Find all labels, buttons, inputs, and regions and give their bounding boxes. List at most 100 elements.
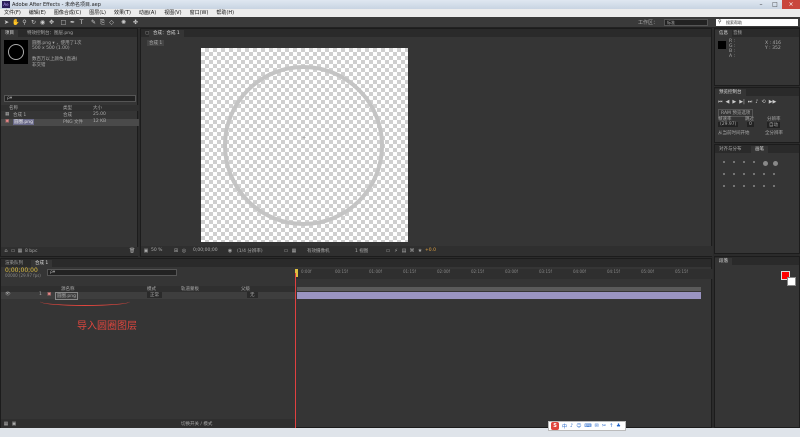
ime-clip-icon[interactable]: ✂ [602,423,606,429]
toggle-switches-modes[interactable]: 切换开关 / 模式 [181,421,212,427]
circle-layer-ring[interactable] [223,65,384,226]
minimize-button[interactable]: – [754,0,768,9]
layer-parent-select[interactable]: 无 [247,292,258,298]
exposure-value[interactable]: +0.0 [425,248,436,253]
tab-composition[interactable]: 合成：合成 1 [149,30,184,37]
full-screen-checkbox[interactable]: 全分辨率 [765,130,783,136]
trash-icon[interactable]: 🗑 [129,248,135,254]
flowchart-icon[interactable]: ⌘ [409,248,415,254]
zoom-tool-icon[interactable]: ⚲ [21,19,28,26]
maximize-button[interactable]: □ [768,0,782,9]
expand-transfer-controls-icon[interactable]: ▣ [11,421,17,427]
current-time[interactable]: 0;00;00;00 [193,248,218,253]
ime-mail-icon[interactable]: ✉ [595,423,599,429]
tab-align[interactable]: 对齐与分布 [715,146,746,153]
bit-depth[interactable]: 8 bpc [25,249,37,254]
interpret-footage-icon[interactable]: ⌂ [3,248,9,254]
layer-mode-select[interactable]: 正常 [147,292,162,298]
ime-voice-icon[interactable]: ♪ [570,423,573,429]
last-frame-icon[interactable]: ⏭ [748,99,753,106]
time-ruler[interactable]: 0:00f 00:15f 01:00f 01:15f 02:00f 02:15f 03:00… [295,269,713,279]
ime-chinese-mode[interactable]: 中 [562,423,567,430]
previous-frame-icon[interactable]: ◀ [726,99,730,106]
rectangle-mask-tool-icon[interactable]: □ [60,19,67,26]
play-icon[interactable]: ▶ [732,99,736,106]
loop-icon[interactable]: ⟲ [761,99,765,106]
tab-paragraph[interactable]: 段落 [715,258,732,265]
selection-tool-icon[interactable]: ➤ [3,19,10,26]
clone-stamp-tool-icon[interactable]: ⎘ [99,19,106,26]
column-type[interactable]: 类型 [63,105,72,111]
skip-select[interactable]: 0 [747,122,754,127]
ime-keyboard-icon[interactable]: ⌨ [584,423,591,429]
composition-subtab[interactable]: 合成 1 [147,40,165,46]
menu-effect[interactable]: 效果(T) [110,9,135,17]
puppet-tool-icon[interactable]: ✤ [132,19,139,26]
list-item[interactable]: ▦ 合成 1 合成 25.00 [1,112,139,119]
close-button[interactable]: × [782,0,800,9]
menu-composition[interactable]: 图像合成(C) [50,9,85,17]
ram-preview-icon[interactable]: ▶▶ [769,99,777,106]
workspace-select[interactable]: 标准 [664,19,708,26]
frame-rate-select[interactable]: (29.97) [718,122,739,127]
current-time-indicator[interactable] [295,273,296,429]
stroke-color-swatch[interactable] [787,277,796,286]
always-preview-icon[interactable]: ▣ [143,248,149,254]
ime-logo-icon[interactable]: S [551,422,559,430]
first-frame-icon[interactable]: ⏮ [718,99,723,106]
ime-skin-icon[interactable]: ♣ [616,423,620,429]
brush-tips-grid[interactable] [723,161,793,197]
menu-view[interactable]: 视图(V) [160,9,185,17]
tab-composition-timeline[interactable]: 合成 1 [31,260,53,267]
hand-tool-icon[interactable]: ✋ [12,19,19,26]
menu-animation[interactable]: 动画(A) [135,9,160,17]
menu-edit[interactable]: 编辑(E) [25,9,50,17]
column-size[interactable]: 大小 [93,105,102,111]
help-search-input[interactable]: ⚲ 搜索帮助 [716,19,798,26]
active-camera-select[interactable]: 有效摄像机 [307,248,330,254]
audio-icon[interactable]: ♪ [755,99,758,106]
composition-canvas[interactable]: + [201,48,408,242]
menu-file[interactable]: 文件(F) [0,9,25,17]
project-search-input[interactable]: ρ▾ [4,95,136,102]
rotate-tool-icon[interactable]: ↻ [30,19,37,26]
anchor-point-icon[interactable]: + [302,136,307,141]
region-of-interest-icon[interactable]: ▭ [283,248,289,254]
menu-window[interactable]: 窗口(W) [186,9,213,17]
brush-tool-icon[interactable]: ✎ [90,19,97,26]
roto-brush-tool-icon[interactable]: ✺ [120,19,127,26]
menu-layer[interactable]: 图层(L) [85,9,110,17]
tab-project[interactable]: 项目 [1,30,18,37]
resolution-select[interactable]: (1/4 分辨率) [237,248,263,254]
column-name[interactable]: 名称 [9,105,18,111]
tab-effect-controls[interactable]: 特效控制台：图层.png [23,30,77,37]
tab-audio[interactable]: 音频 [729,30,746,37]
menu-help[interactable]: 帮助(H) [212,9,238,17]
list-item[interactable]: ▣ 圆圈.png PNG 文件 12 KB [1,119,139,126]
visibility-eye-icon[interactable]: 👁 [5,292,11,297]
new-folder-icon[interactable]: ▭ [10,248,16,254]
new-composition-icon[interactable]: ▦ [17,248,23,254]
resolution-select[interactable]: 自动 [767,122,780,128]
tab-render-queue[interactable]: 渲染队列 [1,260,27,267]
camera-tool-icon[interactable]: ◉ [39,19,46,26]
camera-icon[interactable]: ◉ [227,248,233,254]
exposure-icon[interactable]: ★ [417,248,423,254]
toggle-pixel-aspect-icon[interactable]: ▭ [385,248,391,254]
snapshot-icon[interactable]: ◎ [181,248,187,254]
ime-upload-icon[interactable]: ↑ [609,423,613,429]
next-frame-icon[interactable]: ▶| [739,99,745,106]
expand-layer-switches-icon[interactable]: ▦ [3,421,9,427]
pen-tool-icon[interactable]: ✒ [69,19,76,26]
tab-brush[interactable]: 画笔 [751,146,768,153]
safe-zones-icon[interactable]: ⊞ [173,248,179,254]
timeline-search-input[interactable]: ρ▾ [47,269,177,276]
eraser-tool-icon[interactable]: ◇ [108,19,115,26]
zoom-select[interactable]: 50 % [151,248,162,253]
views-select[interactable]: 1 视图 [355,248,368,254]
from-current-time-checkbox[interactable]: 从当前时间开始 [718,130,750,136]
work-area-bar[interactable] [297,287,701,291]
layer-duration-bar[interactable] [297,292,701,299]
transparency-grid-icon[interactable]: ▦ [291,248,297,254]
text-tool-icon[interactable]: T [78,19,85,26]
